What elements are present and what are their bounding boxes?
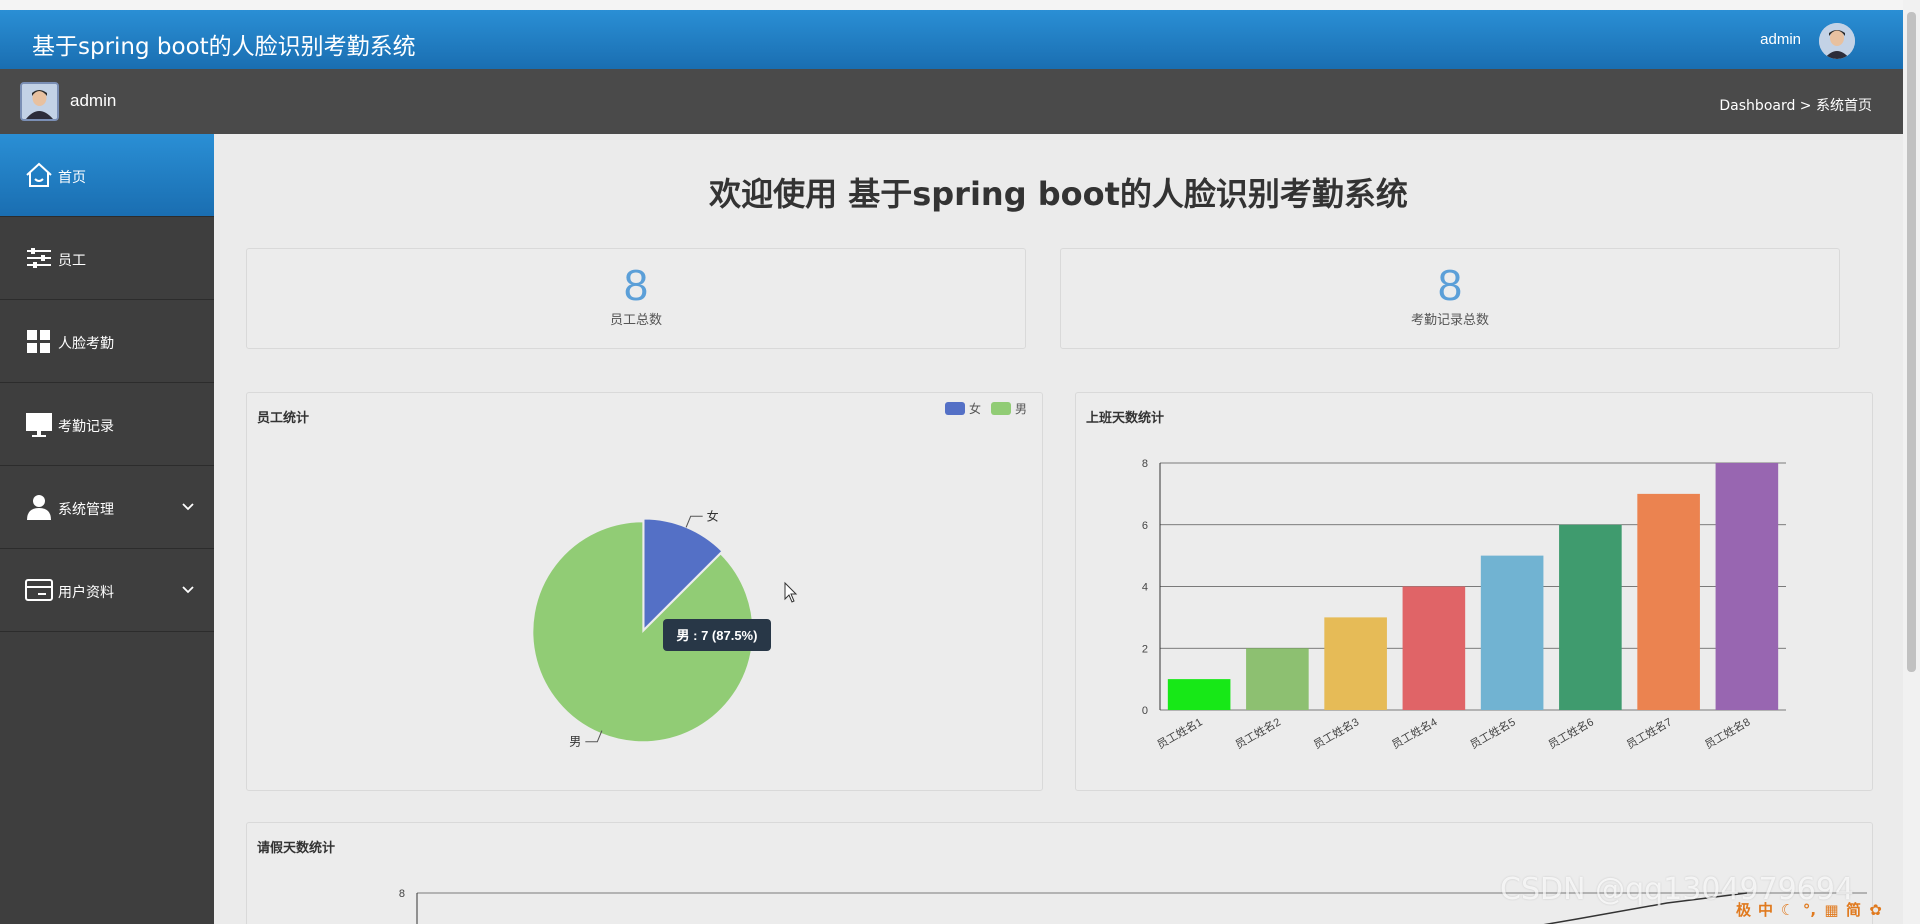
ime-toolbar[interactable]: 极 中 ☾ °, ▦ 简 ✿ (1734, 901, 1920, 924)
employee-pie-chart: 女男女 男男 : 7 (87.5%) (532, 401, 1027, 749)
tooltip-text: 男 : 7 (87.5%) (677, 628, 758, 643)
x-tick-label: 员工姓名6 (1545, 714, 1595, 751)
bar-员工姓名1 (1167, 679, 1231, 710)
sidebar-item-employees[interactable]: 员工 (0, 217, 214, 300)
bar-员工姓名4 (1402, 586, 1466, 710)
workdays-bar-chart: 0 2 4 6 8 员工姓名1 员工姓名2 员工姓名3 员工姓名4 员工姓名5 员工姓名6 员工姓名7… (1142, 458, 1786, 752)
ime-glyph[interactable]: ✿ (1866, 901, 1885, 920)
avatar-image (1819, 23, 1855, 59)
page-title: 欢迎使用 基于spring boot的人脸识别考勤系统 (709, 175, 1408, 213)
app-header: 基于spring boot的人脸识别考勤系统 admin (0, 10, 1903, 69)
stat-value: 8 (623, 261, 649, 310)
y-tick-label: 8 (1142, 458, 1148, 470)
user-subbar: admin Dashboard > 系统首页 (0, 69, 1903, 134)
x-tick-label: 员工姓名5 (1467, 714, 1517, 751)
ime-glyph[interactable]: 中 (1756, 901, 1775, 920)
y-tick-label: 0 (1142, 705, 1148, 717)
breadcrumb[interactable]: Dashboard > 系统首页 (1719, 95, 1872, 115)
x-tick-label: 员工姓名8 (1702, 714, 1752, 751)
bar-员工姓名5 (1480, 555, 1544, 710)
sidebar-item-label: 首页 (58, 170, 86, 186)
app-title: 基于spring boot的人脸识别考勤系统 (32, 34, 416, 60)
y-tick-label: 6 (1142, 520, 1148, 532)
workdays-stats-panel: 上班天数统计 0 2 4 6 8 员工姓名1 员工姓名2 员工姓名3 员工姓名4 员工姓名5 员工姓… (1075, 392, 1873, 791)
stat-card-employees: 8 员工总数 (246, 248, 1026, 349)
legend-label: 女 (969, 401, 981, 416)
scrollbar-thumb[interactable] (1907, 12, 1916, 672)
browser-top-strip (0, 0, 1903, 10)
sidebar-item-home[interactable]: 首页 (0, 134, 214, 217)
grid-icon (27, 330, 50, 353)
sliders-icon (27, 248, 51, 268)
pie-label: 男 (569, 735, 581, 749)
stat-label: 员工总数 (609, 313, 662, 328)
sidebar-item-label: 员工 (58, 253, 86, 269)
x-tick-label: 员工姓名1 (1154, 714, 1204, 751)
monitor-icon (26, 413, 52, 437)
sidebar-item-attendance-records[interactable]: 考勤记录 (0, 383, 214, 466)
sidebar-item-face-attendance[interactable]: 人脸考勤 (0, 300, 214, 383)
pie-label-line (685, 515, 703, 528)
x-tick-label: 员工姓名2 (1232, 714, 1282, 751)
bar-员工姓名7 (1637, 493, 1700, 710)
x-tick-label: 员工姓名4 (1389, 714, 1439, 751)
mouse-cursor-icon (784, 581, 798, 603)
user-icon (27, 495, 51, 520)
bar-员工姓名3 (1324, 617, 1387, 710)
header-user-name[interactable]: admin (1760, 31, 1801, 48)
x-tick-label: 员工姓名3 (1311, 714, 1361, 751)
legend-swatch (991, 402, 1011, 415)
ime-glyph[interactable]: ☾ (1778, 901, 1797, 920)
sidebar-item-label: 系统管理 (58, 502, 114, 518)
bar-员工姓名6 (1559, 524, 1622, 710)
page-scrollbar[interactable] (1903, 0, 1920, 924)
subbar-avatar[interactable] (20, 82, 59, 121)
sidebar-item-user-profile[interactable]: 用户资料 (0, 549, 214, 632)
stat-value: 8 (1437, 261, 1463, 310)
employee-stats-panel: 员工统计 女男女男男 : 7 (87.5%) (246, 392, 1043, 791)
sidebar-item-label: 用户资料 (58, 585, 114, 601)
ime-glyph[interactable]: 简 (1844, 901, 1863, 920)
home-icon (26, 162, 52, 187)
stat-label: 考勤记录总数 (1410, 313, 1489, 328)
subbar-user-name: admin (70, 91, 117, 110)
sidebar: 首页 员工 人脸考勤 考勤记录 系统管理 用户资料 (0, 134, 214, 924)
avatar-image (22, 84, 57, 119)
ime-glyph[interactable]: 极 (1734, 901, 1753, 920)
sidebar-item-label: 考勤记录 (58, 419, 114, 435)
bar-员工姓名2 (1246, 648, 1309, 710)
legend-swatch (945, 402, 965, 415)
legend-label: 男 (1015, 402, 1027, 416)
sidebar-item-system-admin[interactable]: 系统管理 (0, 466, 214, 549)
header-avatar[interactable] (1819, 23, 1855, 59)
stat-card-attendance: 8 考勤记录总数 (1060, 248, 1840, 349)
chevron-down-icon (182, 503, 194, 511)
card-icon (25, 579, 53, 601)
y-tick-label: 2 (1142, 643, 1148, 655)
pie-tooltip: 男 : 7 (87.5%) (663, 619, 771, 651)
sidebar-item-label: 人脸考勤 (58, 336, 114, 352)
bar-员工姓名8 (1715, 463, 1779, 710)
ime-glyph[interactable]: °, (1800, 901, 1819, 920)
pie-label: 女 (707, 508, 719, 523)
x-tick-label: 员工姓名7 (1624, 714, 1674, 751)
main-content: 欢迎使用 基于spring boot的人脸识别考勤系统 8 员工总数 8 考勤记… (214, 134, 1903, 924)
ime-glyph[interactable]: ▦ (1822, 901, 1841, 920)
chevron-down-icon (182, 586, 194, 594)
y-tick-label: 4 (1142, 582, 1148, 594)
y-tick-label: 8 (399, 888, 405, 900)
